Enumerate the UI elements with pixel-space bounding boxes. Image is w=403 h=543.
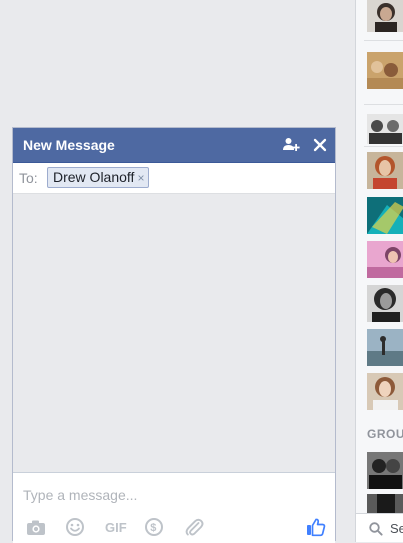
close-icon[interactable] — [311, 136, 329, 154]
attachment-icon[interactable] — [183, 516, 205, 538]
gif-label: GIF — [105, 520, 127, 535]
search-placeholder: Se — [390, 521, 403, 536]
contact-avatar[interactable] — [367, 197, 403, 234]
gif-icon[interactable]: GIF — [103, 516, 129, 538]
group-avatar[interactable] — [367, 494, 403, 514]
sidebar-divider — [364, 40, 403, 41]
chat-title: New Message — [23, 137, 115, 153]
recipient-name: Drew Olanoff — [53, 169, 135, 185]
contact-avatar[interactable] — [367, 373, 403, 410]
contact-avatar[interactable] — [367, 285, 403, 322]
contact-avatar[interactable] — [367, 52, 403, 89]
composer: GIF $ — [13, 472, 335, 543]
message-thread — [13, 194, 335, 472]
dollar-symbol: $ — [150, 522, 156, 534]
to-label: To: — [19, 170, 38, 186]
groups-heading: GROU — [367, 427, 403, 441]
sidebar-divider — [364, 104, 403, 105]
sidebar-search[interactable]: Se — [355, 513, 403, 542]
remove-recipient-icon[interactable]: × — [137, 171, 144, 185]
contact-avatar[interactable] — [367, 241, 403, 278]
recipient-field[interactable]: To: Drew Olanoff × — [13, 163, 335, 194]
contacts-sidebar: GROU — [355, 0, 403, 541]
chat-header[interactable]: New Message — [13, 128, 335, 163]
new-message-window: New Message To: Drew Olanoff × Type a me… — [12, 127, 336, 543]
contact-avatar[interactable] — [367, 152, 403, 189]
payment-icon[interactable]: $ — [143, 516, 165, 538]
contact-avatar[interactable] — [367, 329, 403, 366]
search-icon — [369, 522, 383, 536]
sidebar-divider — [364, 146, 403, 147]
sticker-icon[interactable] — [64, 516, 86, 538]
camera-icon[interactable] — [25, 516, 47, 538]
recipient-token[interactable]: Drew Olanoff × — [47, 167, 150, 188]
like-icon[interactable] — [305, 516, 327, 538]
contact-avatar[interactable] — [367, 0, 403, 37]
group-avatar[interactable] — [367, 452, 403, 489]
add-people-icon[interactable] — [282, 136, 300, 154]
message-input[interactable] — [21, 483, 315, 507]
